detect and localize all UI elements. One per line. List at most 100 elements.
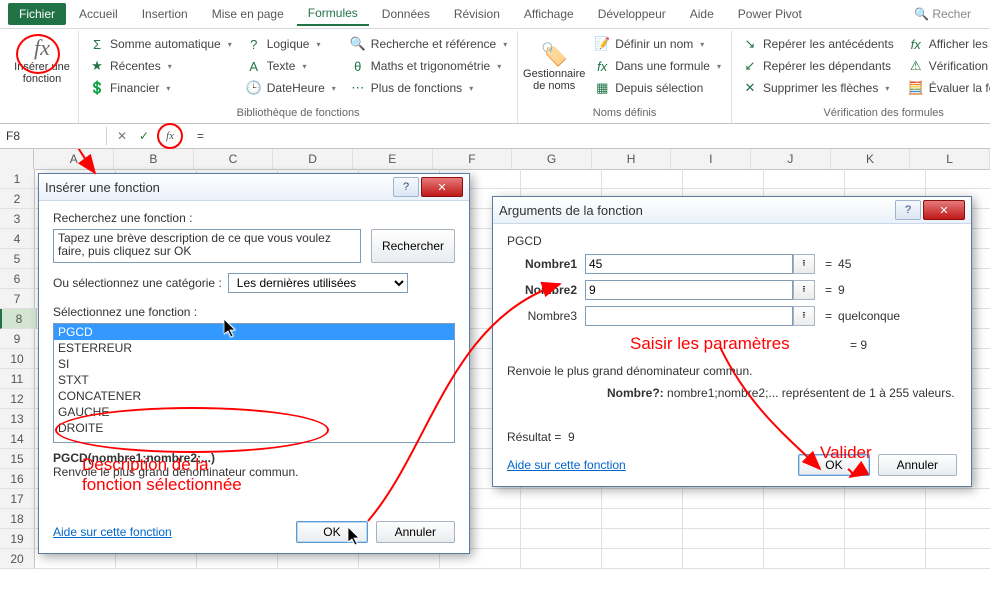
row-header[interactable]: 16 bbox=[0, 469, 35, 489]
text-button[interactable]: ATexte▾ bbox=[242, 55, 340, 77]
cell[interactable] bbox=[683, 509, 764, 529]
name-manager-button[interactable]: 🏷️ Gestionnaire de noms bbox=[524, 33, 584, 99]
evaluate-formula-button[interactable]: 🧮Évaluer la formule bbox=[904, 77, 990, 99]
cell[interactable] bbox=[521, 169, 602, 189]
category-select[interactable]: Les dernières utilisées bbox=[228, 273, 408, 293]
cell[interactable] bbox=[521, 509, 602, 529]
list-item[interactable]: STXT bbox=[54, 372, 454, 388]
tab-revision[interactable]: Révision bbox=[443, 3, 511, 25]
trace-precedents-button[interactable]: ↘Repérer les antécédents bbox=[738, 33, 898, 55]
row-header[interactable]: 3 bbox=[0, 209, 35, 229]
ok-button[interactable]: OK bbox=[296, 521, 367, 543]
cancel-button[interactable]: Annuler bbox=[878, 454, 957, 476]
tab-affichage[interactable]: Affichage bbox=[513, 3, 585, 25]
ok-button[interactable]: OK bbox=[798, 454, 869, 476]
cancel-button[interactable]: Annuler bbox=[376, 521, 455, 543]
cell[interactable] bbox=[602, 489, 683, 509]
cell[interactable] bbox=[926, 169, 990, 189]
col-header[interactable]: D bbox=[273, 149, 353, 169]
define-name-button[interactable]: 📝Définir un nom▾ bbox=[590, 33, 725, 55]
cell[interactable] bbox=[683, 549, 764, 569]
row-header[interactable]: 12 bbox=[0, 389, 35, 409]
more-functions-button[interactable]: ⋯Plus de fonctions▾ bbox=[346, 77, 511, 99]
row-header[interactable]: 15 bbox=[0, 449, 35, 469]
select-all-corner[interactable] bbox=[0, 149, 34, 169]
col-header[interactable]: E bbox=[353, 149, 433, 169]
error-check-button[interactable]: ⚠Vérification des er bbox=[904, 55, 990, 77]
row-header[interactable]: 19 bbox=[0, 529, 35, 549]
close-button[interactable]: ✕ bbox=[923, 200, 965, 220]
list-item[interactable]: PGCD bbox=[54, 324, 454, 340]
row-header[interactable]: 7 bbox=[0, 289, 35, 309]
row-header[interactable]: 11 bbox=[0, 369, 35, 389]
cell[interactable] bbox=[926, 549, 990, 569]
recent-button[interactable]: ★Récentes▾ bbox=[85, 55, 236, 77]
cell[interactable] bbox=[683, 169, 764, 189]
col-header[interactable]: I bbox=[671, 149, 751, 169]
row-header[interactable]: 6 bbox=[0, 269, 35, 289]
list-item[interactable]: CONCATENER bbox=[54, 388, 454, 404]
search-input[interactable]: Tapez une brève description de ce que vo… bbox=[53, 229, 361, 263]
logic-button[interactable]: ?Logique▾ bbox=[242, 33, 340, 55]
cell[interactable] bbox=[845, 549, 926, 569]
col-header[interactable]: K bbox=[831, 149, 911, 169]
row-header[interactable]: 4 bbox=[0, 229, 35, 249]
row-header[interactable]: 13 bbox=[0, 409, 35, 429]
tab-insertion[interactable]: Insertion bbox=[131, 3, 199, 25]
arg2-input[interactable] bbox=[585, 280, 793, 300]
from-selection-button[interactable]: ▦Depuis sélection bbox=[590, 77, 725, 99]
row-header[interactable]: 2 bbox=[0, 189, 35, 209]
arg3-input[interactable] bbox=[585, 306, 793, 326]
cell[interactable] bbox=[602, 549, 683, 569]
row-header[interactable]: 14 bbox=[0, 429, 35, 449]
row-header[interactable]: 8 bbox=[0, 309, 37, 329]
tab-powerpivot[interactable]: Power Pivot bbox=[727, 3, 813, 25]
insert-function-button[interactable]: fx Insérer une fonction bbox=[12, 33, 72, 85]
function-list[interactable]: PGCD ESTERREUR SI STXT CONCATENER GAUCHE… bbox=[53, 323, 455, 443]
close-button[interactable]: ✕ bbox=[421, 177, 463, 197]
row-header[interactable]: 10 bbox=[0, 349, 35, 369]
cell[interactable] bbox=[602, 169, 683, 189]
ref-selector-icon[interactable]: ⭱ bbox=[793, 280, 815, 300]
dialog-titlebar[interactable]: Arguments de la fonction ? ✕ bbox=[493, 197, 971, 224]
tab-accueil[interactable]: Accueil bbox=[68, 3, 129, 25]
show-formulas-button[interactable]: fxAfficher les formu bbox=[904, 33, 990, 55]
arg1-input[interactable] bbox=[585, 254, 793, 274]
col-header[interactable]: F bbox=[433, 149, 513, 169]
list-item[interactable]: SI bbox=[54, 356, 454, 372]
cell[interactable] bbox=[845, 529, 926, 549]
cell[interactable] bbox=[926, 489, 990, 509]
cell[interactable] bbox=[845, 509, 926, 529]
cell[interactable] bbox=[521, 529, 602, 549]
tab-donnees[interactable]: Données bbox=[371, 3, 441, 25]
col-header[interactable]: G bbox=[512, 149, 592, 169]
list-item[interactable]: DROITE bbox=[54, 420, 454, 436]
cell[interactable] bbox=[764, 169, 845, 189]
cancel-formula-icon[interactable]: ✕ bbox=[113, 127, 131, 145]
col-header[interactable]: C bbox=[194, 149, 274, 169]
cell[interactable] bbox=[602, 529, 683, 549]
row-header[interactable]: 5 bbox=[0, 249, 35, 269]
col-header[interactable]: B bbox=[114, 149, 194, 169]
formula-input[interactable]: = bbox=[189, 129, 204, 143]
lookup-button[interactable]: 🔍Recherche et référence▾ bbox=[346, 33, 511, 55]
cell[interactable] bbox=[764, 529, 845, 549]
tab-aide[interactable]: Aide bbox=[679, 3, 725, 25]
dialog-titlebar[interactable]: Insérer une fonction ? ✕ bbox=[39, 174, 469, 201]
col-header[interactable]: A bbox=[34, 149, 114, 169]
financial-button[interactable]: 💲Financier▾ bbox=[85, 77, 236, 99]
name-box[interactable]: F8 bbox=[0, 127, 107, 145]
cell[interactable] bbox=[845, 169, 926, 189]
row-header[interactable]: 9 bbox=[0, 329, 35, 349]
list-item[interactable]: ESTERREUR bbox=[54, 340, 454, 356]
row-header[interactable]: 20 bbox=[0, 549, 35, 569]
row-header[interactable]: 18 bbox=[0, 509, 35, 529]
cell[interactable] bbox=[764, 549, 845, 569]
tab-recherche[interactable]: 🔍 Recher bbox=[903, 3, 982, 25]
help-link[interactable]: Aide sur cette fonction bbox=[53, 525, 172, 539]
col-header[interactable]: L bbox=[910, 149, 990, 169]
col-header[interactable]: J bbox=[751, 149, 831, 169]
math-button[interactable]: θMaths et trigonométrie▾ bbox=[346, 55, 511, 77]
tab-mise-en-page[interactable]: Mise en page bbox=[201, 3, 295, 25]
autosum-button[interactable]: ΣSomme automatique▾ bbox=[85, 33, 236, 55]
